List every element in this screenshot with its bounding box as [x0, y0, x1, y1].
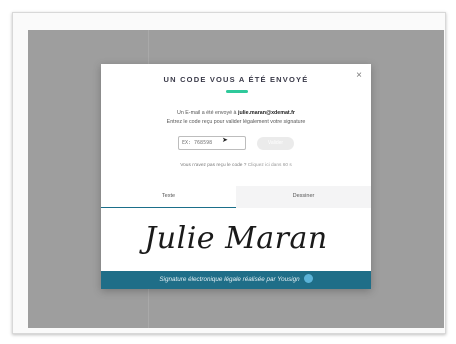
banner-text: Signature électronique légale réalisée p…	[159, 276, 300, 283]
close-icon[interactable]: ×	[353, 70, 365, 82]
resend-code-message: Vous n'avez pas reçu le code ? Cliquez i…	[101, 163, 371, 168]
tab-dessiner[interactable]: Dessiner	[236, 186, 371, 208]
resend-code-link[interactable]: Cliquez ici dans 60 s	[248, 163, 292, 168]
resend-prefix: Vous n'avez pas reçu le code ?	[180, 163, 248, 168]
code-instruction: Entrez le code reçu pour valider légalem…	[166, 119, 306, 125]
email-prefix: Un E-mail a été envoyé à	[177, 110, 238, 116]
signature-tabs: Texte Dessiner	[101, 186, 371, 208]
email-sent-message: Un E-mail a été envoyé à julie.maran@xde…	[101, 110, 371, 116]
screenshot-frame: UN CODE VOUS A ÉTÉ ENVOYÉ × Un E-mail a …	[0, 0, 456, 344]
legal-signature-banner: Signature électronique légale réalisée p…	[101, 271, 371, 289]
signature-preview: Julie Maran	[144, 221, 328, 256]
verification-code-input[interactable]	[178, 136, 246, 150]
title-accent-bar	[226, 90, 248, 93]
email-address: julie.maran@xdemat.fr	[237, 110, 295, 116]
tab-texte[interactable]: Texte	[101, 186, 236, 208]
validate-button[interactable]: Valider	[257, 137, 294, 150]
modal-title: UN CODE VOUS A ÉTÉ ENVOYÉ	[163, 75, 309, 84]
mouse-cursor-icon: ➤	[222, 137, 228, 144]
yousign-logo-icon	[303, 273, 313, 283]
signature-panel: Texte Dessiner Julie Maran	[101, 186, 371, 272]
verification-modal: UN CODE VOUS A ÉTÉ ENVOYÉ × Un E-mail a …	[101, 64, 371, 289]
